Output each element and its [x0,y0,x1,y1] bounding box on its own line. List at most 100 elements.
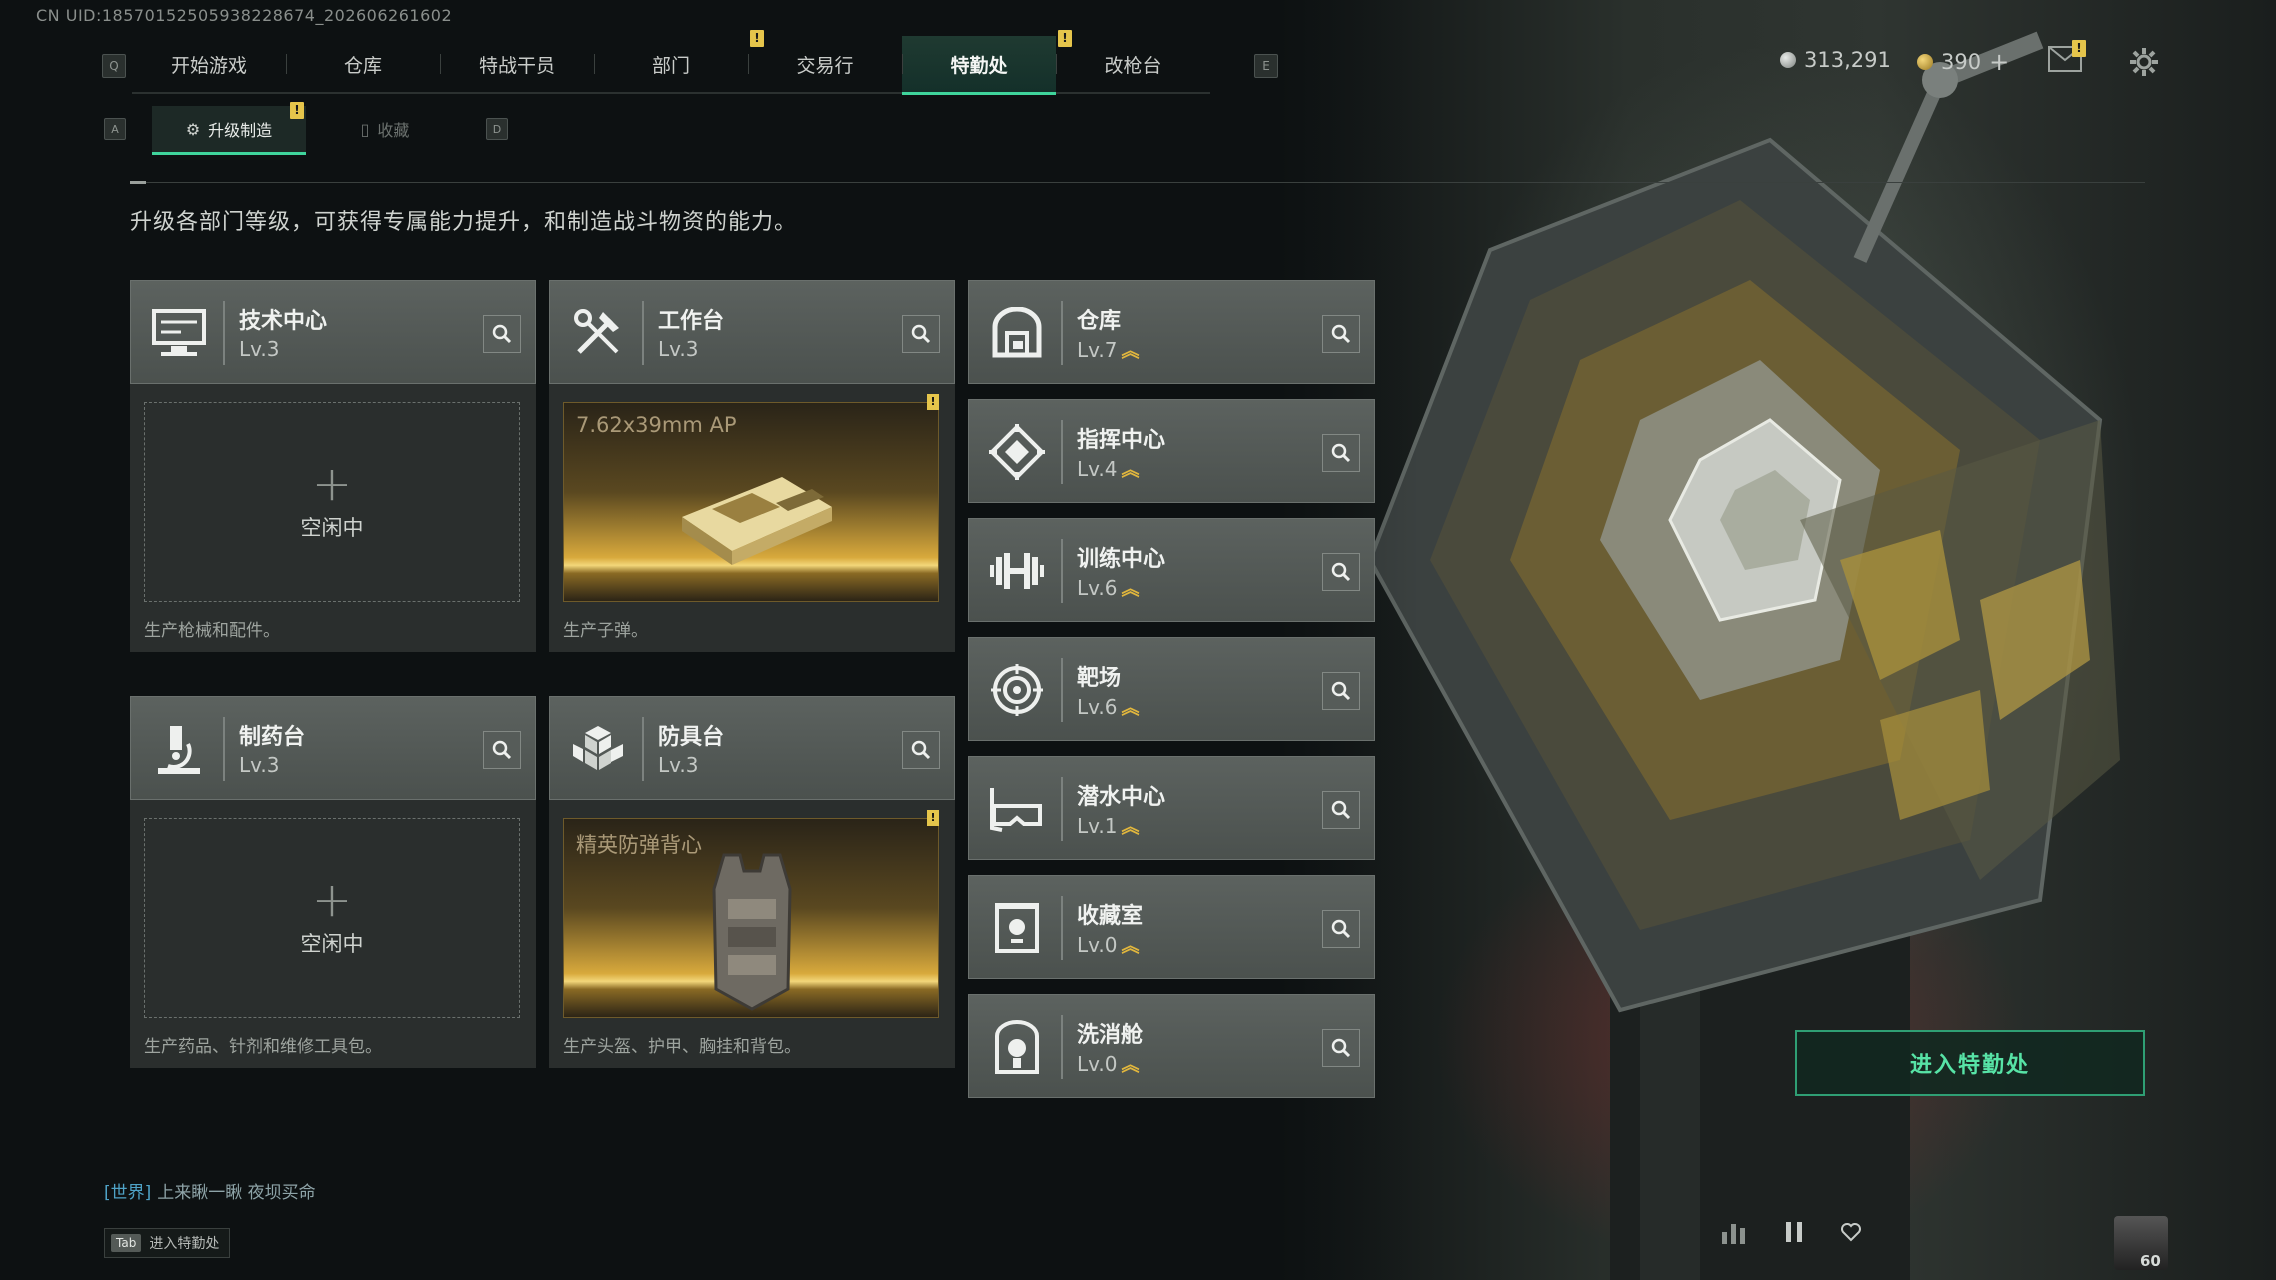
silver-amount: 313,291 [1804,48,1891,72]
silver-currency: 313,291 [1780,48,1891,72]
product-name: 7.62x39mm AP [576,413,737,437]
armor-vest-image [712,853,792,1011]
inspect-button[interactable] [1322,672,1360,710]
workshop-pharmacy-slot: + 空闲中 生产药品、针剂和维修工具包。 [130,800,536,1068]
card-separator [223,301,225,365]
gold-amount: 390 [1941,50,1982,74]
dept-decon-chamber[interactable]: 洗消舱 Lv.0 ︽ [968,994,1375,1098]
top-nav: 开始游戏 仓库 特战干员 部门 交易行 特勤处 改枪台 [132,36,1210,95]
monitor-icon [149,303,209,363]
level-text: Lv.0 [1077,933,1118,957]
level-text: Lv.3 [658,753,699,777]
inspect-button[interactable] [1322,315,1360,353]
level-text: Lv.0 [1077,1052,1118,1076]
production-slot[interactable]: 7.62x39mm AP [563,402,939,602]
tools-icon [568,303,628,363]
idle-slot[interactable]: + 空闲中 [144,402,520,602]
level-text: Lv.3 [239,753,280,777]
tab-hint[interactable]: Tab 进入特勤处 [104,1228,231,1258]
workshop-name: 工作台 [658,309,725,334]
subtab-upgrade-craft[interactable]: ⚙ 升级制造 [152,106,306,155]
inspect-button[interactable] [1322,434,1360,472]
workshop-level: Lv.3 [658,753,699,777]
add-gold-button[interactable]: + [1989,48,2009,76]
chat-line[interactable]: [世界] 上来瞅一瞅 夜坝买命 [104,1178,316,1203]
level-text: Lv.6 [1077,576,1118,600]
dept-diving-center[interactable]: 潜水中心 Lv.1 ︽ [968,756,1375,860]
gold-coin-icon [1917,54,1933,70]
card-separator [1061,301,1063,365]
card-separator [1061,420,1063,484]
upgrade-craft-icon: ⚙ [185,119,201,139]
command-icon [987,422,1047,482]
subnav-next-key-hint: D [486,118,508,140]
search-icon [1331,681,1351,701]
dept-name: 仓库 [1077,309,1122,334]
dept-name: 靶场 [1077,666,1122,691]
microscope-icon [149,719,209,779]
workshop-tech-center[interactable]: 技术中心 Lv.3 [130,280,536,384]
enter-special-ops-button[interactable]: 进入特勤处 [1795,1030,2145,1096]
heart-icon [1841,1223,1861,1242]
upgrade-available-icon: ︽ [1121,460,1140,481]
workshop-description: 生产子弹。 [563,621,648,641]
silver-coin-icon [1780,52,1796,68]
workshop-description: 生产头盔、护甲、胸挂和背包。 [563,1037,801,1057]
inspect-button[interactable] [902,315,940,353]
dept-level: Lv.4 ︽ [1077,456,1140,482]
workshop-pharmacy[interactable]: 制药台 Lv.3 [130,696,536,800]
inspect-button[interactable] [1322,910,1360,948]
dept-level: Lv.6 ︽ [1077,694,1140,720]
uid-text: CN UID:18570152505938228674_202606261602 [36,6,453,25]
subtab-collection[interactable]: ▯ 收藏 [320,106,450,152]
level-text: Lv.6 [1077,695,1118,719]
gold-currency: 390 + [1917,48,2009,76]
production-slot[interactable]: 精英防弹背心 [563,818,939,1018]
settings-gear-icon[interactable] [2128,46,2160,78]
dept-warehouse[interactable]: 仓库 Lv.7 ︽ [968,280,1375,384]
add-plus-icon: + [311,456,353,512]
upgrade-available-icon: ︽ [1121,579,1140,600]
tab-trading[interactable]: 交易行 [748,36,902,92]
tab-start-game[interactable]: 开始游戏 [132,36,286,92]
tab-hint-label: 进入特勤处 [149,1236,220,1252]
search-icon [1331,1038,1351,1058]
workshop-level: Lv.3 [239,337,280,361]
level-text: Lv.1 [1077,814,1118,838]
dept-command-center[interactable]: 指挥中心 Lv.4 ︽ [968,399,1375,503]
inspect-button[interactable] [483,315,521,353]
dept-training-center[interactable]: 训练中心 Lv.6 ︽ [968,518,1375,622]
idle-slot[interactable]: + 空闲中 [144,818,520,1018]
inspect-button[interactable] [1322,553,1360,591]
add-plus-icon: + [311,872,353,928]
card-separator [1061,777,1063,841]
inspect-button[interactable] [902,731,940,769]
workshop-armor-bench[interactable]: 防具台 Lv.3 [549,696,955,800]
tab-warehouse[interactable]: 仓库 [286,36,440,92]
inspect-button[interactable] [483,731,521,769]
search-icon [1331,443,1351,463]
tab-special-ops[interactable]: 特勤处 [902,36,1056,95]
dept-name: 潜水中心 [1077,785,1166,810]
collection-tab-icon: ▯ [360,119,370,139]
tab-operators[interactable]: 特战干员 [440,36,594,92]
search-icon [911,740,931,760]
tab-departments[interactable]: 部门 [594,36,748,92]
inspect-button[interactable] [1322,791,1360,829]
dept-collection-room[interactable]: 收藏室 Lv.0 ︽ [968,875,1375,979]
inspect-button[interactable] [1322,1029,1360,1067]
workshop-workbench[interactable]: 工作台 Lv.3 [549,280,955,384]
dept-shooting-range[interactable]: 靶场 Lv.6 ︽ [968,637,1375,741]
level-text: Lv.3 [239,337,280,361]
mail-alert-badge: ! [2072,40,2086,57]
ready-alert-badge: ! [927,394,939,410]
ammo-box-image [682,477,832,565]
tab-gunsmith[interactable]: 改枪台 [1056,36,1210,92]
dept-name: 训练中心 [1077,547,1166,572]
workshop-name: 制药台 [239,725,306,750]
target-icon [987,660,1047,720]
card-separator [642,301,644,365]
decon-icon [987,1017,1047,1077]
chat-message: 上来瞅一瞅 夜坝买命 [157,1183,316,1203]
workshop-level: Lv.3 [658,337,699,361]
